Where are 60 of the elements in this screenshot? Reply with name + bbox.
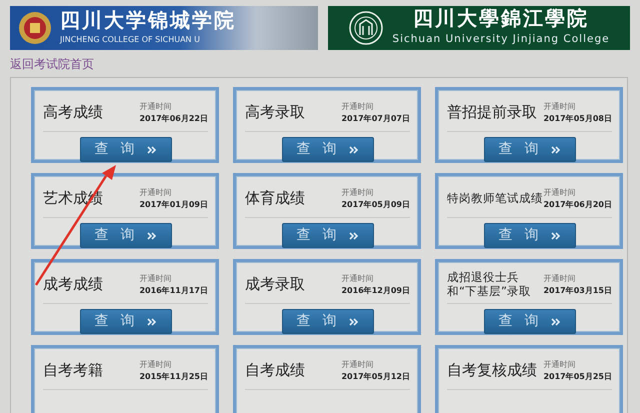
open-time-label: 开通时间 — [139, 100, 172, 112]
card-title: 自考复核成绩 — [447, 362, 537, 380]
card-title: 高考成绩 — [43, 104, 103, 122]
emblem-icon — [18, 11, 52, 45]
card-title: 成考录取 — [245, 276, 305, 294]
double-chevron-icon — [348, 146, 359, 154]
card-title: 自考成绩 — [245, 362, 305, 380]
open-date: 2017年03月15日 — [543, 284, 612, 296]
double-chevron-icon — [146, 318, 157, 326]
card-title: 普招提前录取 — [447, 104, 537, 122]
open-time-label: 开通时间 — [139, 358, 172, 370]
banner-title: 四川大學錦江學院 — [412, 8, 589, 28]
open-date: 2017年05月25日 — [543, 370, 612, 382]
double-chevron-icon — [550, 232, 561, 240]
double-chevron-icon — [146, 146, 157, 154]
query-button[interactable]: 查 询 — [484, 223, 576, 248]
card-title: 自考考籍 — [43, 362, 103, 380]
open-date: 2017年01月09日 — [139, 198, 208, 210]
open-time-label: 开通时间 — [543, 272, 576, 284]
open-time-label: 开通时间 — [341, 272, 374, 284]
emblem-icon — [348, 10, 384, 46]
open-date: 2017年06月22日 — [139, 112, 208, 124]
open-time-label: 开通时间 — [543, 358, 576, 370]
query-button[interactable]: 查 询 — [282, 223, 374, 248]
query-button[interactable]: 查 询 — [80, 223, 172, 248]
double-chevron-icon — [348, 232, 359, 240]
query-button[interactable]: 查 询 — [484, 137, 576, 162]
card-title: 体育成绩 — [245, 190, 305, 208]
banner-subtitle: Sichuan University Jinjiang College — [392, 32, 610, 48]
double-chevron-icon — [550, 146, 561, 154]
double-chevron-icon — [550, 318, 561, 326]
open-date: 2015年11月25日 — [139, 370, 208, 382]
open-time-label: 开通时间 — [139, 186, 172, 198]
open-date: 2017年07月07日 — [341, 112, 410, 124]
card-title: 成考成绩 — [43, 276, 103, 294]
double-chevron-icon — [348, 318, 359, 326]
card-title: 特岗教师笔试成绩 — [447, 192, 543, 206]
open-date: 2017年05月08日 — [543, 112, 612, 124]
query-button[interactable]: 查 询 — [484, 309, 576, 334]
open-date: 2017年05月12日 — [341, 370, 410, 382]
open-time-label: 开通时间 — [543, 186, 576, 198]
open-time-label: 开通时间 — [341, 186, 374, 198]
open-date: 2016年11月17日 — [139, 284, 208, 296]
open-time-label: 开通时间 — [341, 358, 374, 370]
double-chevron-icon — [146, 232, 157, 240]
query-button[interactable]: 查 询 — [80, 309, 172, 334]
open-time-label: 开通时间 — [543, 100, 576, 112]
open-time-label: 开通时间 — [139, 272, 172, 284]
back-link[interactable]: 返回考试院首页 — [0, 50, 104, 73]
banner-title: 四川大学锦城学院 — [60, 10, 236, 30]
card-title: 成招退役士兵 和“下基层”录取 — [447, 271, 531, 298]
open-date: 2016年12月09日 — [341, 284, 410, 296]
open-time-label: 开通时间 — [341, 100, 374, 112]
query-button[interactable]: 查 询 — [80, 137, 172, 162]
query-button[interactable]: 查 询 — [282, 309, 374, 334]
card-title: 高考录取 — [245, 104, 305, 122]
open-date: 2017年05月09日 — [341, 198, 410, 210]
query-button[interactable]: 查 询 — [282, 137, 374, 162]
banner-subtitle: JINCHENG COLLEGE OF SICHUAN U — [60, 34, 201, 46]
open-date: 2017年06月20日 — [543, 198, 612, 210]
